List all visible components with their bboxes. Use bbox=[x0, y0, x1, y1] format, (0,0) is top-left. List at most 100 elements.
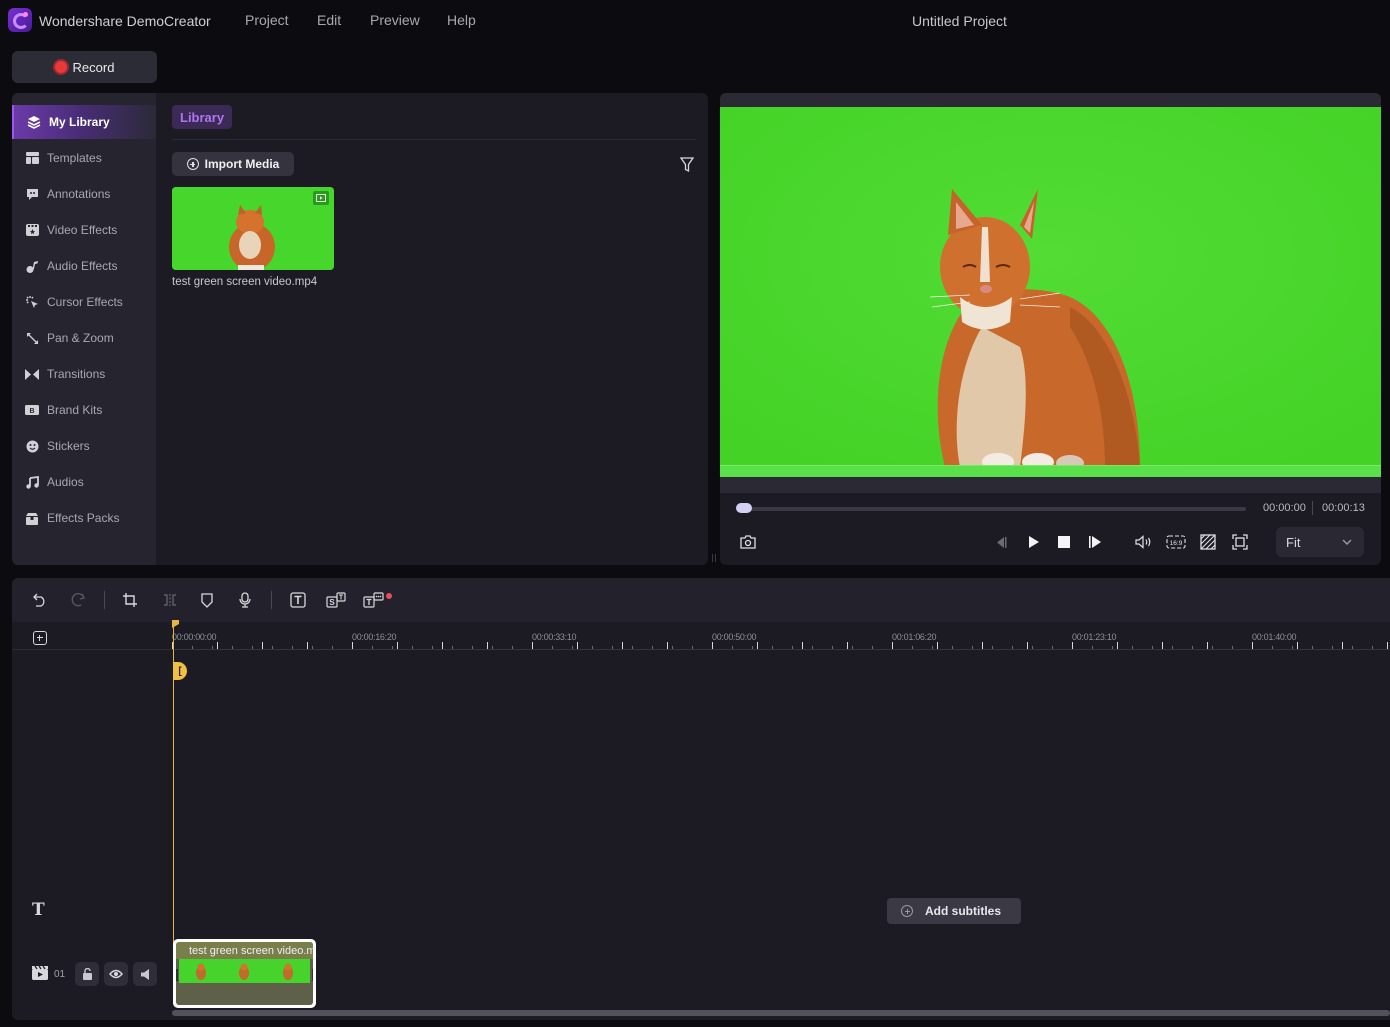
ruler-tick bbox=[272, 646, 273, 649]
snapshot-button[interactable] bbox=[737, 531, 759, 553]
sidebar-item-label: Audios bbox=[47, 475, 84, 489]
preview-progress-track[interactable] bbox=[738, 507, 1246, 511]
add-track-button[interactable] bbox=[33, 631, 47, 645]
sidebar-item-label: Effects Packs bbox=[47, 511, 120, 525]
previous-frame-button[interactable] bbox=[990, 531, 1012, 553]
ruler-tick bbox=[252, 646, 253, 649]
crop-button[interactable] bbox=[119, 589, 141, 611]
clip-frame-thumbnail bbox=[283, 963, 294, 980]
subtitle-button[interactable]: S bbox=[325, 589, 347, 611]
add-subtitles-button[interactable]: Add subtitles bbox=[887, 898, 1021, 924]
mark-button[interactable] bbox=[196, 589, 218, 611]
toolbar-divider bbox=[104, 591, 105, 609]
media-item-name: test green screen video.mp4 bbox=[172, 276, 318, 288]
marker-in-point[interactable]: [ bbox=[173, 662, 187, 680]
filter-icon[interactable] bbox=[680, 157, 694, 173]
track-number: 01 bbox=[54, 969, 66, 980]
menu-preview[interactable]: Preview bbox=[370, 12, 420, 28]
ruler-tick-major bbox=[1207, 642, 1208, 649]
text-track-icon: T bbox=[32, 900, 45, 920]
sidebar-item-my-library[interactable]: My Library bbox=[12, 105, 156, 139]
sidebar-item-stickers[interactable]: Stickers bbox=[12, 429, 156, 463]
clip-trim-handle-right[interactable] bbox=[311, 969, 313, 981]
timeline-horizontal-scrollbar[interactable] bbox=[172, 1010, 1390, 1016]
sticker-icon bbox=[25, 439, 39, 453]
menu-project[interactable]: Project bbox=[245, 12, 289, 28]
ruler-label: 00:00:33:10 bbox=[532, 632, 577, 642]
clip-frame-thumbnail bbox=[239, 963, 250, 980]
ruler-tick-major bbox=[802, 642, 803, 649]
ruler-label: 00:01:40:00 bbox=[1252, 632, 1297, 642]
sidebar-item-audios[interactable]: Audios bbox=[12, 465, 156, 499]
sidebar-item-templates[interactable]: Templates bbox=[12, 141, 156, 175]
track-mute-button[interactable] bbox=[133, 962, 157, 986]
ruler-tick bbox=[552, 646, 553, 649]
sidebar-item-label: Brand Kits bbox=[47, 403, 103, 417]
stop-button[interactable] bbox=[1053, 531, 1075, 553]
preview-progress-handle[interactable] bbox=[736, 503, 752, 513]
tab-library[interactable]: Library bbox=[172, 105, 233, 129]
timeline-ruler[interactable]: 00:00:00:00 00:00:16:20 00:00:33:10 00:00:5… bbox=[172, 622, 1390, 650]
ruler-tick-major bbox=[1162, 642, 1163, 649]
ruler-tick bbox=[1132, 646, 1133, 649]
ruler-tick bbox=[1012, 646, 1013, 649]
ruler-tick bbox=[1052, 646, 1053, 649]
undo-button[interactable] bbox=[29, 589, 51, 611]
new-feature-badge bbox=[386, 593, 392, 599]
next-frame-button[interactable] bbox=[1084, 531, 1106, 553]
clip-trim-handle-left[interactable] bbox=[176, 969, 178, 981]
effects-pack-icon bbox=[25, 511, 39, 525]
ruler-tick-major bbox=[532, 642, 533, 649]
track-lock-button[interactable] bbox=[75, 962, 99, 986]
text-to-speech-button[interactable] bbox=[363, 589, 385, 611]
track-visibility-button[interactable] bbox=[104, 962, 128, 986]
voiceover-button[interactable] bbox=[234, 589, 256, 611]
ruler-tick bbox=[1092, 646, 1093, 649]
ruler-tick bbox=[1152, 646, 1153, 649]
clip-header: test green screen video.mp4 bbox=[176, 942, 313, 959]
sidebar-item-transitions[interactable]: Transitions bbox=[12, 357, 156, 391]
import-media-button[interactable]: Import Media bbox=[172, 152, 294, 176]
redo-button[interactable] bbox=[67, 589, 89, 611]
video-clip[interactable]: test green screen video.mp4 bbox=[173, 939, 316, 1008]
aspect-ratio-button[interactable]: 16:9 bbox=[1165, 531, 1187, 553]
ruler-tick-major bbox=[1027, 642, 1028, 649]
split-button[interactable] bbox=[159, 589, 181, 611]
sidebar-item-label: Cursor Effects bbox=[47, 295, 123, 309]
ruler-tick-major bbox=[1072, 642, 1073, 649]
menu-edit[interactable]: Edit bbox=[317, 12, 341, 28]
fullscreen-button[interactable] bbox=[1229, 531, 1251, 553]
sidebar-item-brand-kits[interactable]: B Brand Kits bbox=[12, 393, 156, 427]
play-button[interactable] bbox=[1023, 531, 1045, 553]
sidebar-item-video-effects[interactable]: Video Effects bbox=[12, 213, 156, 247]
crop-icon bbox=[123, 593, 137, 607]
timeline-panel: S 00:00:00:00 00:00:16:20 00:00:33:10 00:00… bbox=[12, 578, 1390, 1020]
zoom-fit-select[interactable]: Fit bbox=[1276, 527, 1364, 557]
record-button[interactable]: Record bbox=[12, 51, 157, 83]
ruler-tick-major bbox=[1342, 642, 1343, 649]
chevron-down-icon bbox=[1342, 539, 1352, 545]
unlock-icon bbox=[82, 968, 92, 980]
sidebar-item-pan-zoom[interactable]: Pan & Zoom bbox=[12, 321, 156, 355]
record-label: Record bbox=[72, 59, 115, 75]
sidebar-item-cursor-effects[interactable]: Cursor Effects bbox=[12, 285, 156, 319]
media-item-thumbnail[interactable] bbox=[172, 187, 334, 270]
ruler-tick bbox=[972, 646, 973, 649]
panel-resize-handle[interactable] bbox=[712, 554, 716, 562]
background-toggle-button[interactable] bbox=[1197, 531, 1219, 553]
ruler-tick bbox=[852, 646, 853, 649]
volume-button[interactable] bbox=[1133, 531, 1155, 553]
shield-icon bbox=[201, 592, 213, 608]
ruler-tick bbox=[1372, 646, 1373, 649]
record-icon bbox=[54, 61, 67, 73]
sidebar-item-effects-packs[interactable]: Effects Packs bbox=[12, 501, 156, 535]
transitions-icon bbox=[25, 367, 39, 381]
menu-help[interactable]: Help bbox=[447, 12, 476, 28]
ruler-tick bbox=[1112, 646, 1113, 649]
sidebar-item-annotations[interactable]: Annotations bbox=[12, 177, 156, 211]
microphone-icon bbox=[239, 592, 251, 608]
text-button[interactable] bbox=[287, 589, 309, 611]
video-canvas[interactable] bbox=[720, 107, 1381, 477]
sidebar-item-audio-effects[interactable]: Audio Effects bbox=[12, 249, 156, 283]
preview-panel: 00:00:00 00:00:13 16:9 Fit bbox=[720, 93, 1381, 565]
